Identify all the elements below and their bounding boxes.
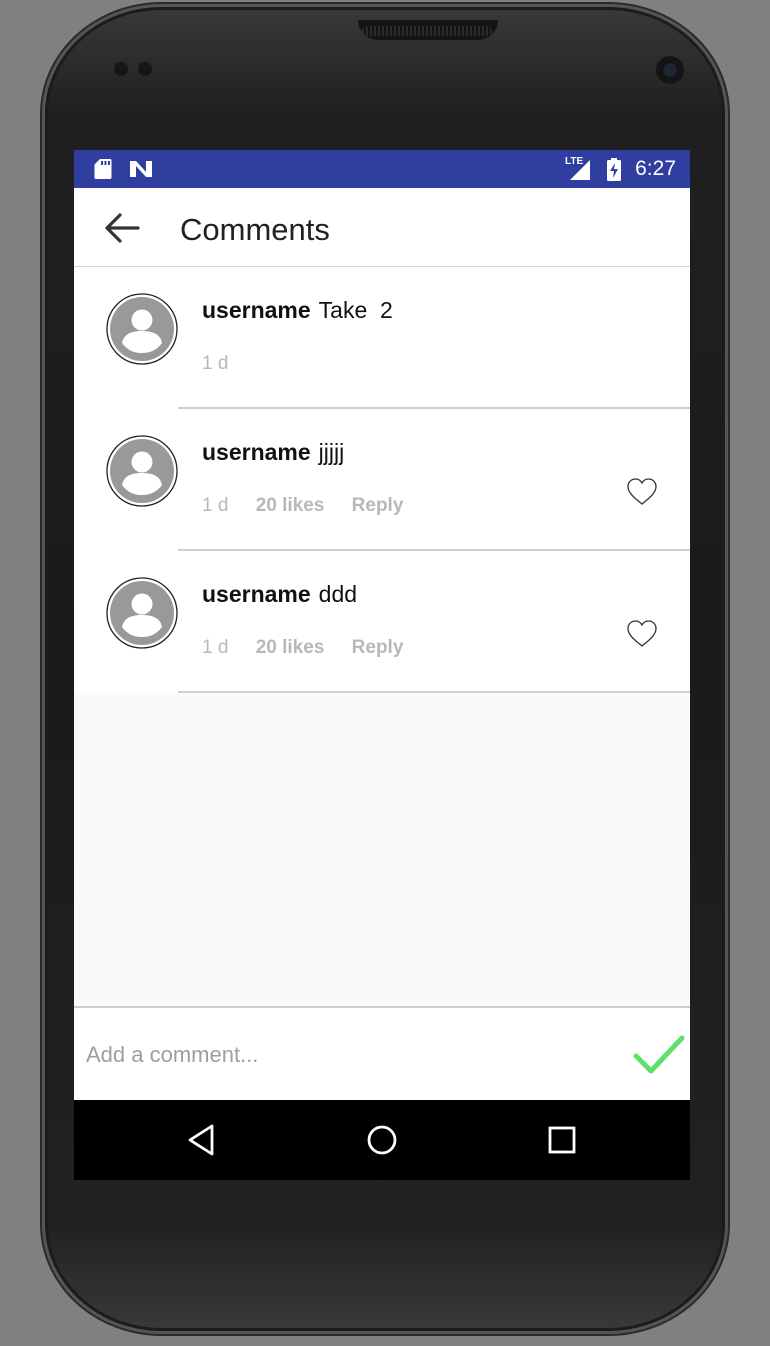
status-time: 6:27 bbox=[635, 157, 676, 180]
signal-icon bbox=[570, 160, 590, 180]
sd-card-icon bbox=[94, 159, 112, 179]
comment-age: 1 d bbox=[202, 637, 229, 658]
recents-square-icon[interactable] bbox=[540, 1118, 584, 1162]
back-triangle-icon[interactable] bbox=[180, 1118, 224, 1162]
status-bar: LTE 6:27 bbox=[74, 150, 690, 188]
comment-item[interactable]: username jjjjj 1 d 20 likes Reply bbox=[74, 409, 690, 551]
page-title: Comments bbox=[180, 212, 330, 247]
speaker-grill bbox=[362, 26, 492, 36]
avatar-icon[interactable] bbox=[106, 293, 178, 365]
comment-line: username jjjjj bbox=[202, 439, 344, 466]
proximity-sensor bbox=[114, 62, 128, 76]
comment-item[interactable]: username Take 2 1 d bbox=[74, 267, 690, 409]
comment-item[interactable]: username ddd 1 d 20 likes Reply bbox=[74, 551, 690, 693]
arrow-back-icon[interactable] bbox=[98, 204, 146, 252]
system-nav-bar bbox=[74, 1100, 690, 1180]
comment-list: username Take 2 1 d username jjjjj 1 d 20 … bbox=[74, 267, 690, 693]
comment-line: username ddd bbox=[202, 581, 357, 608]
avatar-icon[interactable] bbox=[106, 577, 178, 649]
comment-likes[interactable]: 20 likes bbox=[256, 637, 325, 658]
battery-charging-icon bbox=[607, 158, 621, 181]
comment-composer bbox=[74, 1006, 690, 1102]
comment-text: Take 2 bbox=[318, 297, 393, 323]
comment-meta: 1 d 20 likes Reply bbox=[202, 637, 425, 659]
comment-username[interactable]: username bbox=[202, 439, 311, 465]
comment-username[interactable]: username bbox=[202, 297, 311, 323]
divider-inset bbox=[74, 691, 178, 693]
screen: LTE 6:27 Comments username Take 2 1 d us… bbox=[74, 150, 690, 1180]
avatar-icon[interactable] bbox=[106, 435, 178, 507]
comment-age: 1 d bbox=[202, 353, 229, 374]
reply-button[interactable]: Reply bbox=[352, 637, 404, 658]
comment-likes[interactable]: 20 likes bbox=[256, 495, 325, 516]
reply-button[interactable]: Reply bbox=[352, 495, 404, 516]
heart-icon[interactable] bbox=[626, 619, 658, 649]
n-notification-icon bbox=[130, 161, 152, 177]
comment-age: 1 d bbox=[202, 495, 229, 516]
comment-text: jjjjj bbox=[318, 439, 345, 465]
comment-input[interactable] bbox=[84, 1030, 608, 1080]
front-camera bbox=[656, 56, 684, 84]
comment-meta: 1 d bbox=[202, 353, 250, 375]
comment-username[interactable]: username bbox=[202, 581, 311, 607]
comment-text: ddd bbox=[318, 581, 358, 607]
checkmark-icon[interactable] bbox=[632, 1032, 686, 1078]
app-bar: Comments bbox=[74, 188, 690, 267]
comment-meta: 1 d 20 likes Reply bbox=[202, 495, 425, 517]
home-circle-icon[interactable] bbox=[360, 1118, 404, 1162]
comment-line: username Take 2 bbox=[202, 297, 393, 324]
light-sensor bbox=[138, 62, 152, 76]
heart-icon[interactable] bbox=[626, 477, 658, 507]
